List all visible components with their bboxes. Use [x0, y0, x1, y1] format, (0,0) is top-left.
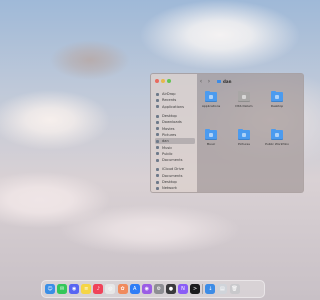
file-item[interactable]: Desktop [265, 90, 289, 108]
file-label: Music [206, 142, 216, 146]
photos-icon[interactable]: ✿ [117, 284, 128, 294]
sidebar-item-icloud-drive[interactable]: iCloud Drive [155, 166, 195, 172]
folder-icon [217, 79, 221, 83]
window-controls [155, 79, 171, 83]
desktop-icon [156, 180, 159, 184]
sidebar-item-recents[interactable]: Recents [155, 97, 195, 103]
sidebar-item-label: Network [162, 186, 178, 191]
downloads-stack-icon[interactable]: ↓ [205, 284, 216, 294]
finder-toolbar: ‹ › dan [197, 74, 303, 88]
messages-icon[interactable]: ✉ [57, 284, 68, 294]
sidebar-item-label: Desktop [162, 180, 177, 184]
sidebar-item-label: Public [162, 151, 173, 156]
folder-glyph [209, 95, 213, 99]
sidebar-item-network[interactable]: Network [155, 185, 195, 191]
app-store-icon[interactable]: A [129, 284, 140, 294]
clock-icon [156, 98, 159, 102]
desktop-icon [156, 114, 159, 118]
file-item[interactable]: Pictures [232, 128, 256, 146]
documents-stack-icon[interactable]: ▤ [217, 284, 228, 294]
sidebar-item-label: Documents [162, 158, 183, 163]
music-folder-icon [205, 128, 217, 140]
sidebar-item-documents[interactable]: Documents [155, 173, 195, 179]
desktop-folder-icon [271, 90, 283, 102]
notes-icon[interactable]: ≡ [81, 284, 92, 294]
sidebar-item-label: Movies [162, 126, 175, 131]
movies-icon [156, 127, 159, 131]
finder-window: AirDrop Recents Applications Desktop Downloa… [150, 73, 304, 193]
zoom-button[interactable] [167, 79, 171, 83]
music-icon [156, 146, 159, 150]
file-label: DSS Datum [235, 104, 253, 108]
pictures-folder-icon [238, 128, 250, 140]
downloads-icon [156, 120, 159, 124]
file-item[interactable]: Public Workfolio [265, 128, 289, 146]
folder-icon [238, 90, 250, 102]
sidebar-item-label: Music [162, 145, 173, 150]
finder-content: ‹ › dan Applications DSS Datum Desktop Movi… [197, 74, 303, 192]
documents-icon [156, 174, 159, 178]
sidebar-list: AirDrop Recents Applications Desktop Downloa… [155, 91, 195, 191]
documents-icon [156, 158, 159, 162]
file-item[interactable]: Movies [298, 92, 303, 108]
file-item[interactable]: Applications [199, 90, 223, 108]
sidebar-item-label: dan [162, 139, 169, 144]
public-icon [156, 152, 159, 156]
folder-glyph [209, 133, 213, 137]
dock-separator [202, 284, 204, 294]
file-label: Public Workfolio [265, 142, 289, 146]
file-label: Pictures [238, 142, 250, 146]
file-label: Movies [298, 104, 303, 108]
sidebar-item-movies[interactable]: Movies [155, 125, 195, 131]
icloud-icon [156, 167, 159, 171]
music-icon[interactable]: ♪ [93, 284, 104, 294]
folder-glyph [242, 133, 246, 137]
sidebar-item-label: Pictures [162, 132, 177, 137]
discord-icon[interactable]: ◉ [69, 284, 80, 294]
file-label: Desktop [270, 104, 284, 108]
finder-sidebar: AirDrop Recents Applications Desktop Downloa… [151, 74, 197, 192]
network-icon [156, 186, 159, 190]
sidebar-item-label: iCloud Drive [162, 167, 184, 172]
finder-icon[interactable]: ☺ [45, 284, 55, 294]
terminal-icon[interactable]: > [190, 284, 201, 294]
obs-icon[interactable]: ● [165, 284, 176, 294]
dock: ☺ ✉ ◉ ≡ ♪ ◎ ✿ A ◉ ⚙ ● N > ↓ ▤ 🗑 [41, 280, 265, 298]
folder-glyph [242, 95, 246, 99]
applications-icon [156, 105, 159, 109]
pictures-icon [156, 133, 159, 137]
sidebar-item-label: Applications [162, 104, 184, 109]
close-button[interactable] [155, 79, 159, 83]
trash-icon[interactable]: 🗑 [229, 284, 240, 294]
file-item[interactable]: DSS Datum [232, 90, 256, 108]
folder-glyph [275, 95, 279, 99]
window-title: dan [223, 78, 232, 84]
sidebar-item-music[interactable]: Music [155, 144, 195, 150]
sidebar-item-label: Desktop [162, 114, 177, 119]
system-settings-icon[interactable]: ⚙ [153, 284, 164, 294]
folder-icon [271, 128, 283, 140]
back-arrow-icon[interactable]: ‹ [197, 78, 205, 85]
safari-icon[interactable]: ◎ [105, 284, 116, 294]
home-icon [156, 139, 159, 143]
file-item[interactable]: Music [199, 128, 223, 146]
airdrop-icon [156, 92, 159, 96]
podcasts-icon[interactable]: ◉ [141, 284, 152, 294]
sidebar-item-label: Recents [162, 98, 177, 103]
sidebar-item-label: Documents [162, 173, 183, 178]
sidebar-item-label: AirDrop [162, 92, 176, 97]
file-label: Applications [201, 104, 221, 108]
folder-glyph [275, 133, 279, 137]
forward-arrow-icon[interactable]: › [205, 78, 213, 85]
applications-folder-icon [205, 90, 217, 102]
minimize-button[interactable] [161, 79, 165, 83]
sidebar-item-label: Downloads [162, 120, 182, 125]
notion-icon[interactable]: N [178, 284, 189, 294]
